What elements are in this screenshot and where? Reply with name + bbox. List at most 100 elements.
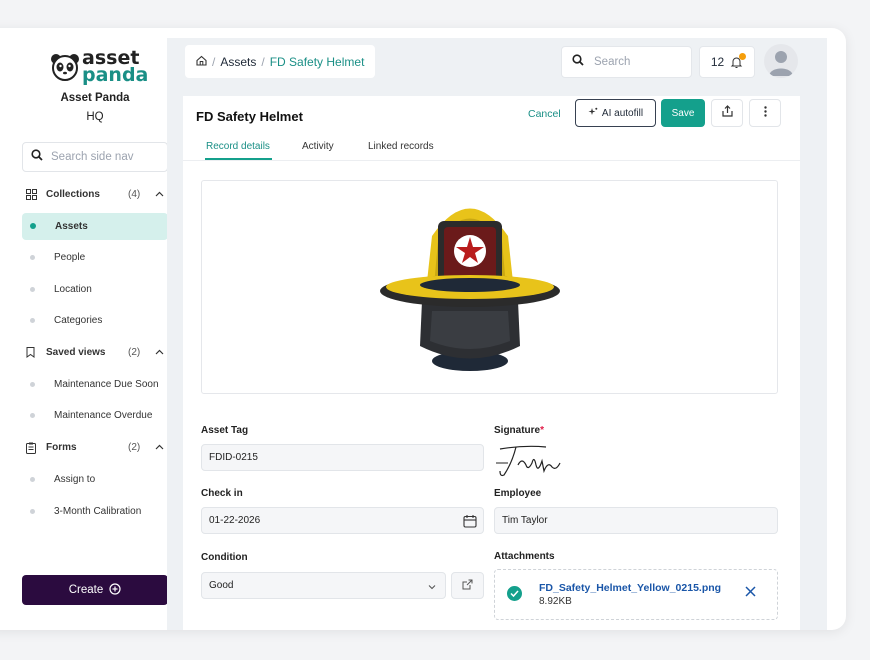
sidebar-item-location[interactable]: Location [22,273,168,305]
org-name: Asset Panda [60,92,130,104]
calendar-icon[interactable] [463,514,477,531]
notification-count: 12 [710,55,725,69]
sidebar: asset panda Asset Panda HQ Search side n… [0,28,168,630]
asset-image[interactable] [201,180,778,394]
sidebar-item-label: Location [54,283,92,295]
sidebar-item-3-month-calibration[interactable]: 3-Month Calibration [22,495,168,527]
breadcrumb: / Assets / FD Safety Helmet [185,45,376,78]
record-tabs: Record details Activity Linked records [183,136,800,161]
tab-activity[interactable]: Activity [302,141,334,152]
check-in-field[interactable]: 01-22-2026 [201,507,484,534]
notifications-button[interactable]: 12 [699,46,755,78]
ai-autofill-button[interactable]: AI autofill [575,99,656,127]
bullet-icon [30,381,35,387]
search-icon [31,148,43,166]
sidebar-item-label: People [54,252,86,264]
check-in-value: 01-22-2026 [209,515,261,526]
asset-tag-field[interactable]: FDID-0215 [201,444,484,471]
org-location: HQ [86,111,104,123]
nav-section-count: (2) [128,347,141,359]
sidebar-item-assign-to[interactable]: Assign to [22,464,168,496]
nav-section-count: (2) [128,442,141,454]
close-icon[interactable] [745,584,756,602]
share-button[interactable] [711,99,743,127]
global-search-input[interactable]: Search [561,46,692,78]
sidebar-item-label: Maintenance Overdue [54,410,153,422]
bullet-icon [30,413,35,419]
condition-select[interactable]: Good [201,572,446,599]
sidebar-item-maintenance-due-soon[interactable]: Maintenance Due Soon [22,368,168,400]
sidebar-item-label: Assets [55,220,88,232]
cancel-button[interactable]: Cancel [528,108,561,120]
save-button[interactable]: Save [661,99,705,127]
main-area: / Assets / FD Safety Helmet Search 12 FD… [167,38,827,630]
tab-linked-records[interactable]: Linked records [368,141,434,152]
bell-icon [730,52,747,69]
required-marker: * [540,425,545,436]
tab-record-details[interactable]: Record details [206,141,270,152]
sidebar-item-maintenance-overdue[interactable]: Maintenance Overdue [22,400,168,432]
home-icon[interactable] [196,55,207,69]
nav-section-forms[interactable]: Forms (2) [22,432,168,464]
employee-field[interactable]: Tim Taylor [494,507,778,534]
helmet-image [380,208,560,371]
active-tab-indicator [205,158,272,160]
create-button-label: Create [68,584,104,596]
breadcrumb-separator: / [212,54,216,69]
more-vertical-icon [763,106,767,120]
nav-section-collections[interactable]: Collections (4) [22,179,168,211]
sidebar-item-label: 3-Month Calibration [54,505,142,517]
signature-image[interactable] [494,441,564,486]
logo-text-line2: panda [82,64,149,86]
nav-section-saved-views[interactable]: Saved views (2) [22,337,168,369]
bullet-icon [30,476,35,482]
bookmark-icon [22,347,42,359]
sparkle-icon [588,107,598,120]
panda-logo-icon [50,52,80,82]
more-options-button[interactable] [749,99,781,127]
clipboard-icon [22,442,42,454]
sidebar-item-label: Assign to [54,473,96,485]
check-circle-icon [507,586,522,601]
attachments-label: Attachments [494,551,555,562]
attachment-size: 8.92KB [539,596,572,607]
bullet-icon [30,508,35,514]
avatar[interactable] [764,44,798,78]
chevron-up-icon[interactable] [150,347,168,358]
logo-text: asset panda [82,49,149,86]
check-in-label: Check in [201,488,243,499]
sidebar-item-assets[interactable]: Assets [22,212,168,240]
signature-label-text: Signature [494,425,541,436]
active-dot-icon [30,223,36,230]
chevron-up-icon[interactable] [150,442,168,453]
attachment-item[interactable]: FD_Safety_Helmet_Yellow_0215.png 8.92KB [494,569,778,620]
breadcrumb-assets[interactable]: Assets [220,55,256,69]
sidebar-item-label: Maintenance Due Soon [54,378,159,390]
bullet-icon [30,255,35,261]
side-nav: Collections (4) Assets People Location C… [22,179,168,527]
breadcrumb-current: FD Safety Helmet [269,54,365,69]
sidebar-item-categories[interactable]: Categories [22,305,168,337]
nav-section-label: Forms [46,442,77,454]
share-icon [721,104,733,122]
sidebar-item-people[interactable]: People [22,242,168,274]
employee-label: Employee [494,488,542,499]
breadcrumb-separator: / [261,54,265,69]
ai-autofill-label: AI autofill [601,107,644,119]
bullet-icon [30,286,35,292]
record-title: FD Safety Helmet [196,109,303,124]
create-button[interactable]: Create [22,575,168,605]
plus-circle-icon [109,582,121,598]
attachment-filename[interactable]: FD_Safety_Helmet_Yellow_0215.png [539,582,721,594]
nav-section-label: Saved views [46,347,106,359]
condition-value: Good [209,580,234,591]
notification-dot [739,52,747,60]
side-nav-search-input[interactable]: Search side nav [22,142,168,172]
bullet-icon [30,318,35,324]
search-icon [572,53,584,71]
external-link-icon [462,579,473,593]
chevron-up-icon[interactable] [150,189,168,200]
open-link-button[interactable] [451,572,484,599]
nav-section-label: Collections [46,189,100,201]
grid-icon [22,189,42,201]
